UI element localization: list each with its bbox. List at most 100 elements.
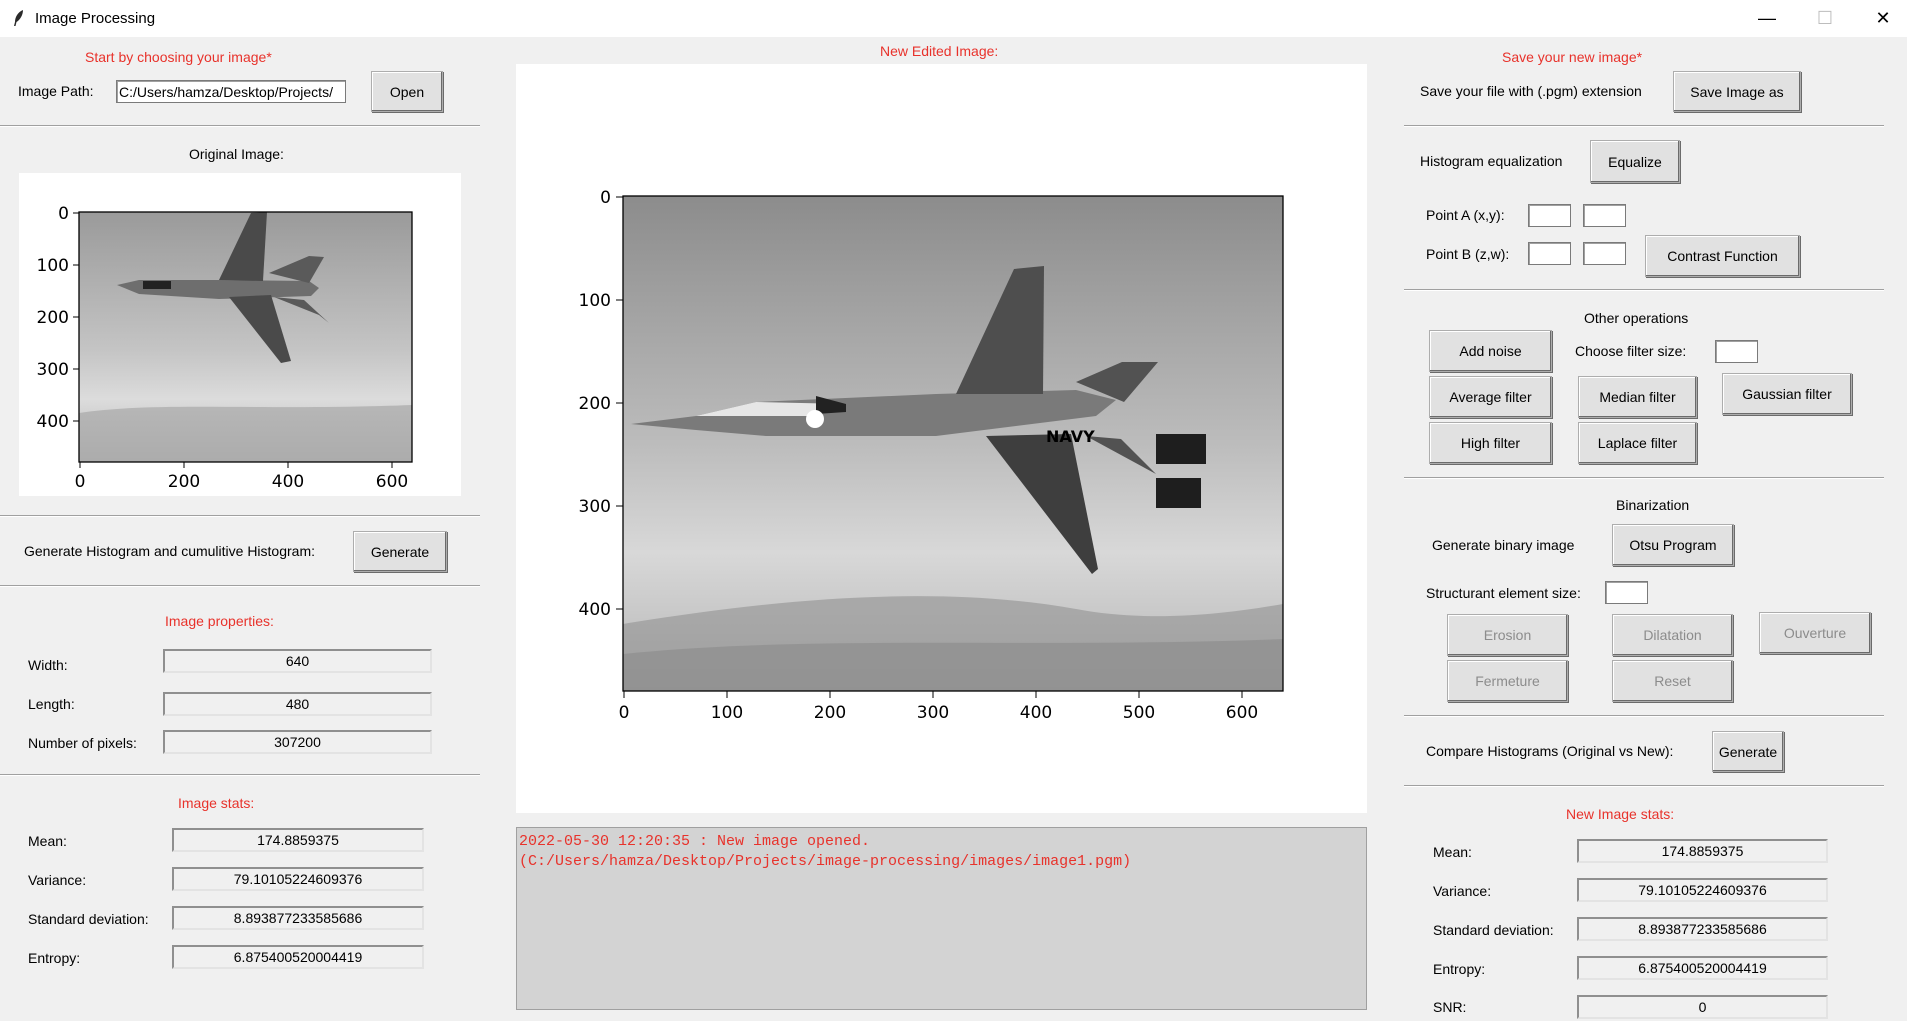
generate-histogram-button[interactable]: Generate — [353, 531, 447, 572]
tick-label: 200 — [579, 394, 611, 414]
tick-label: 600 — [376, 472, 408, 492]
divider — [1404, 785, 1884, 787]
tick-label: 400 — [1020, 703, 1052, 723]
point-a-x-input[interactable] — [1528, 204, 1571, 227]
high-filter-button[interactable]: High filter — [1429, 422, 1552, 464]
std-value: 8.893877233585686 — [172, 906, 424, 930]
point-a-y-input[interactable] — [1583, 204, 1626, 227]
image-path-label: Image Path: — [18, 83, 94, 99]
binary-image-label: Generate binary image — [1432, 537, 1575, 553]
minimize-button[interactable]: — — [1738, 0, 1796, 37]
divider — [0, 515, 480, 517]
width-label: Width: — [28, 657, 68, 673]
image-stats-title: Image stats: — [178, 795, 255, 811]
tick-label: 400 — [37, 412, 69, 432]
add-noise-button[interactable]: Add noise — [1429, 330, 1552, 372]
maximize-button[interactable]: ☐ — [1796, 0, 1854, 37]
close-icon: ✕ — [1875, 8, 1891, 28]
contrast-function-button[interactable]: Contrast Function — [1645, 235, 1800, 277]
new-entropy-label: Entropy: — [1433, 961, 1486, 977]
ouverture-button[interactable]: Ouverture — [1759, 612, 1871, 654]
histogram-equalization-label: Histogram equalization — [1420, 153, 1563, 169]
tick-label: 0 — [619, 703, 630, 723]
original-image-figure: 0 200 400 600 0 100 200 300 400 — [37, 204, 413, 492]
mean-value: 174.8859375 — [172, 828, 424, 852]
tick-label: 600 — [1226, 703, 1258, 723]
erosion-button[interactable]: Erosion — [1447, 614, 1568, 656]
new-std-label: Standard deviation: — [1433, 922, 1554, 938]
structurant-size-input[interactable] — [1605, 581, 1648, 604]
fermeture-button[interactable]: Fermeture — [1447, 660, 1568, 702]
reset-button[interactable]: Reset — [1612, 660, 1733, 702]
title-bar: Image Processing — ☐ ✕ — [0, 0, 1907, 37]
median-filter-button[interactable]: Median filter — [1578, 376, 1697, 418]
maximize-icon: ☐ — [1816, 8, 1834, 28]
new-entropy-value: 6.875400520004419 — [1577, 956, 1828, 980]
close-button[interactable]: ✕ — [1854, 0, 1907, 37]
tick-label: 100 — [711, 703, 743, 723]
tick-label: 200 — [37, 308, 69, 328]
new-variance-value: 79.10105224609376 — [1577, 878, 1828, 902]
otsu-button[interactable]: Otsu Program — [1612, 524, 1734, 566]
new-mean-value: 174.8859375 — [1577, 839, 1828, 863]
gaussian-filter-button[interactable]: Gaussian filter — [1722, 373, 1852, 415]
filter-size-input[interactable] — [1715, 340, 1758, 363]
log-console[interactable]: 2022-05-30 12:20:35 : New image opened. (… — [516, 827, 1367, 1010]
open-button[interactable]: Open — [371, 71, 443, 112]
divider — [1404, 289, 1884, 291]
feather-icon — [14, 10, 23, 26]
laplace-filter-button[interactable]: Laplace filter — [1578, 422, 1697, 464]
variance-value: 79.10105224609376 — [172, 867, 424, 891]
entropy-label: Entropy: — [28, 950, 81, 966]
pixels-value: 307200 — [163, 730, 432, 754]
histogram-label: Generate Histogram and cumulitive Histog… — [24, 543, 316, 559]
point-b-w-input[interactable] — [1583, 242, 1626, 265]
minimize-icon: — — [1758, 8, 1776, 28]
tick-label: 100 — [579, 291, 611, 311]
divider — [0, 585, 480, 587]
tick-label: 300 — [37, 360, 69, 380]
new-mean-label: Mean: — [1433, 844, 1472, 860]
snr-value: 0 — [1577, 995, 1828, 1019]
tick-label: 0 — [600, 188, 611, 208]
log-line: 2022-05-30 12:20:35 : New image opened. — [519, 833, 871, 850]
edited-image-title: New Edited Image: — [880, 43, 999, 59]
filter-size-label: Choose filter size: — [1575, 343, 1687, 359]
entropy-value: 6.875400520004419 — [172, 945, 424, 969]
length-value: 480 — [163, 692, 432, 716]
tick-label: 100 — [37, 256, 69, 276]
std-label: Standard deviation: — [28, 911, 149, 927]
average-filter-button[interactable]: Average filter — [1429, 376, 1552, 418]
save-image-button[interactable]: Save Image as — [1673, 71, 1801, 112]
edited-image-figure: NAVY 0 100 200 300 400 500 600 0 100 200… — [579, 188, 1284, 723]
tick-label: 200 — [814, 703, 846, 723]
divider — [1404, 477, 1884, 479]
original-x-axis: 0 200 400 600 — [75, 462, 408, 492]
original-image-title: Original Image: — [189, 146, 284, 162]
save-label: Save your file with (.pgm) extension — [1420, 83, 1642, 99]
length-label: Length: — [28, 696, 75, 712]
compare-histograms-label: Compare Histograms (Original vs New): — [1426, 743, 1674, 759]
tick-label: 0 — [58, 204, 69, 224]
compare-histograms-button[interactable]: Generate — [1712, 731, 1784, 772]
tick-label: 300 — [917, 703, 949, 723]
image-properties-title: Image properties: — [165, 613, 274, 629]
equalize-button[interactable]: Equalize — [1590, 140, 1680, 183]
image-path-input[interactable] — [116, 80, 346, 103]
other-operations-title: Other operations — [1584, 310, 1689, 326]
structurant-size-label: Structurant element size: — [1426, 585, 1581, 601]
edited-image-plot: NAVY 0 100 200 300 400 500 600 0 100 200… — [516, 64, 1367, 813]
original-y-axis: 0 100 200 300 400 — [37, 204, 79, 432]
tick-label: 300 — [579, 497, 611, 517]
edited-y-axis: 0 100 200 300 400 — [579, 188, 623, 620]
dilatation-button[interactable]: Dilatation — [1612, 614, 1733, 656]
divider — [1404, 715, 1884, 717]
log-line: (C:/Users/hamza/Desktop/Projects/image-p… — [519, 853, 1132, 870]
point-b-z-input[interactable] — [1528, 242, 1571, 265]
save-title: Save your new image* — [1502, 49, 1643, 65]
start-label: Start by choosing your image* — [85, 49, 272, 65]
tick-label: 500 — [1123, 703, 1155, 723]
tick-label: 400 — [579, 600, 611, 620]
original-image-plot: 0 200 400 600 0 100 200 300 400 — [19, 173, 461, 496]
binarization-title: Binarization — [1616, 497, 1690, 513]
